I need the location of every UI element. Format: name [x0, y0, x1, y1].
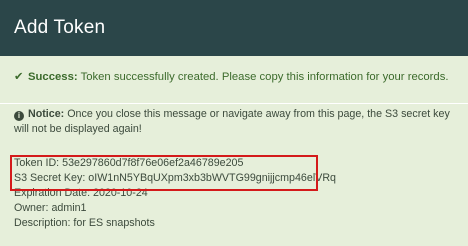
- token-details: Token ID: 53e297860d7f8f76e06ef2a46789e2…: [14, 156, 454, 231]
- dialog-header: Add Token: [0, 0, 468, 56]
- description-label: Description:: [14, 217, 71, 229]
- success-message: Token successfully created. Please copy …: [80, 71, 449, 83]
- secret-key-value: oIW1nN5YBqUXpm3xb3bWVTG99gnijjcmp46elVRq: [88, 172, 336, 184]
- owner-row: Owner: admin1: [14, 201, 454, 216]
- divider: [0, 103, 468, 104]
- description-value: for ES snapshots: [73, 217, 155, 229]
- token-id-value: 53e297860d7f8f76e06ef2a46789e205: [62, 157, 244, 169]
- description-row: Description: for ES snapshots: [14, 216, 454, 231]
- secret-key-label: S3 Secret Key:: [14, 172, 86, 184]
- token-id-row: Token ID: 53e297860d7f8f76e06ef2a46789e2…: [14, 156, 454, 171]
- secret-key-row: S3 Secret Key: oIW1nN5YBqUXpm3xb3bWVTG99…: [14, 171, 454, 186]
- info-circle-icon: i: [14, 111, 24, 121]
- success-label: Success:: [28, 71, 78, 83]
- success-alert: ✔ Success: Token successfully created. Pl…: [14, 70, 464, 84]
- notice-label: Notice:: [28, 108, 65, 120]
- owner-label: Owner:: [14, 202, 49, 214]
- expiration-label: Expiration Date:: [14, 187, 91, 199]
- expiration-value: 2020-10-24: [93, 187, 148, 199]
- notice-message: Once you close this message or navigate …: [14, 108, 450, 135]
- token-id-label: Token ID:: [14, 157, 60, 169]
- notice-alert: i Notice: Once you close this message or …: [14, 107, 462, 137]
- dialog-title: Add Token: [14, 17, 106, 38]
- expiration-row: Expiration Date: 2020-10-24: [14, 186, 454, 201]
- add-token-dialog: Add Token ✔ Success: Token successfully c…: [0, 0, 468, 246]
- owner-value: admin1: [51, 202, 87, 214]
- dialog-body: ✔ Success: Token successfully created. Pl…: [0, 56, 468, 246]
- check-icon: ✔: [14, 71, 24, 83]
